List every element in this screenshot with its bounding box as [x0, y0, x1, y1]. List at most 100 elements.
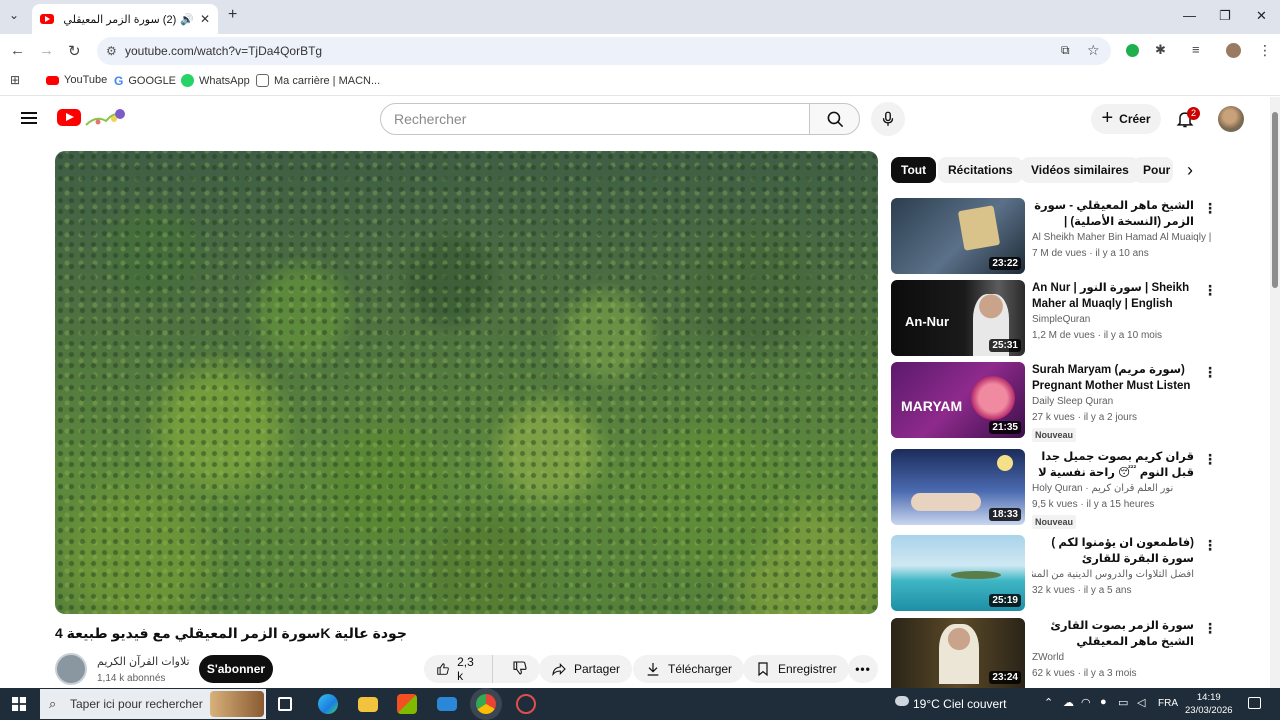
search-input[interactable]: Rechercher — [380, 103, 810, 135]
weather-text[interactable]: 19°C Ciel couvert — [913, 697, 1007, 711]
chip-all[interactable]: Tout — [891, 157, 937, 183]
download-icon — [647, 663, 659, 676]
microphone-tray-icon[interactable]: ● — [1100, 696, 1107, 708]
more-vertical-icon[interactable]: ⋮ — [1203, 282, 1217, 299]
more-vertical-icon[interactable]: ⋮ — [1203, 537, 1217, 554]
video-thumbnail[interactable]: MARYAM 21:35 — [891, 362, 1025, 438]
install-app-icon[interactable]: ⧉ — [1061, 43, 1070, 58]
more-vertical-icon[interactable]: ⋮ — [1203, 364, 1217, 381]
bookmark-star-icon[interactable]: ☆ — [1087, 42, 1100, 59]
network-icon[interactable]: ☁ — [1063, 696, 1074, 709]
battery-icon[interactable]: ▭ — [1118, 696, 1128, 709]
app-clock-icon[interactable] — [516, 694, 536, 714]
more-vertical-icon[interactable]: ⋮ — [1203, 200, 1217, 217]
more-vertical-icon[interactable]: ⋮ — [1203, 620, 1217, 637]
bookmark-youtube[interactable]: YouTube — [46, 74, 107, 86]
recommendation-item[interactable]: An-Nur 25:31 An Nur | سورة النور | Sheik… — [891, 280, 1221, 356]
share-button[interactable]: Partager — [539, 655, 633, 683]
mail-icon[interactable] — [437, 697, 457, 711]
new-tab-button[interactable]: + — [228, 6, 237, 24]
recommendation-channel: Holy Quran · نور العلم قران كريم — [1032, 483, 1174, 494]
video-thumbnail[interactable]: An-Nur 25:31 — [891, 280, 1025, 356]
recommendation-title: قران كريم بصوت جميل جدا قبل النوم 😴 راحة… — [1038, 451, 1194, 479]
recommendation-item[interactable]: 23:24 سورة الزمر بصوت القارئ الشيخ ماهر … — [891, 618, 1221, 694]
bookmark-whatsapp[interactable]: WhatsApp — [181, 74, 250, 87]
browser-tab-active[interactable]: (2) سورة الزمر المعيقلي مع ف 🔊 ✕ — [32, 4, 218, 34]
chips-next-chevron-icon[interactable]: › — [1187, 160, 1193, 181]
video-player[interactable] — [55, 151, 878, 614]
scrollbar-thumb[interactable] — [1272, 112, 1278, 288]
chip-recitations[interactable]: Récitations — [938, 157, 1023, 183]
video-duration: 23:24 — [989, 671, 1021, 684]
notification-count-badge: 2 — [1187, 107, 1200, 120]
create-button[interactable]: + Créer — [1091, 104, 1161, 134]
recommendation-channel: ZWorld — [1032, 652, 1065, 663]
new-badge: Nouveau — [1032, 428, 1077, 442]
tab-close-icon[interactable]: ✕ — [200, 12, 210, 26]
recommendation-item[interactable]: 25:19 (فاطمعون ان يؤمنوا لكم ) سورة البق… — [891, 535, 1221, 611]
task-view-icon[interactable] — [278, 697, 292, 711]
recommendation-meta: 1,2 M de vues · il y a 10 mois — [1032, 330, 1163, 341]
download-button[interactable]: Télécharger — [633, 655, 745, 683]
minimize-button[interactable]: — — [1183, 8, 1196, 23]
recommendation-item[interactable]: 23:22 الشيخ ماهر المعيقلي - سورة الزمر (… — [891, 198, 1221, 274]
youtube-doodle-icon[interactable] — [84, 105, 130, 129]
address-bar[interactable]: ⚙ youtube.com/watch?v=TjDa4QorBTg ⧉ ☆ — [97, 37, 1111, 65]
chrome-menu-icon[interactable]: ⋮ — [1258, 42, 1272, 59]
site-info-icon[interactable]: ⚙ — [106, 44, 117, 58]
microsoft-store-icon[interactable] — [397, 694, 417, 714]
video-thumbnail[interactable]: 18:33 — [891, 449, 1025, 525]
chip-similar-videos[interactable]: Vidéos similaires — [1021, 157, 1139, 183]
chrome-taskbar-icon[interactable] — [476, 694, 496, 714]
tab-search-icon[interactable]: ⌄ — [9, 8, 19, 22]
youtube-logo-icon[interactable] — [57, 109, 81, 126]
thumbnail-reciter-graphic — [939, 624, 979, 684]
maximize-button[interactable]: ❐ — [1219, 8, 1231, 24]
file-explorer-icon[interactable] — [358, 697, 378, 712]
wifi-icon[interactable]: ◠ — [1081, 696, 1091, 709]
extensions-puzzle-icon[interactable]: ✱ — [1155, 42, 1166, 58]
like-button[interactable]: 2,3 k — [424, 655, 493, 683]
channel-name[interactable]: تلاوات القرآن الكريم — [97, 655, 190, 668]
thumbs-down-icon — [513, 660, 527, 675]
back-button[interactable]: ← — [10, 42, 25, 59]
show-hidden-icons-chevron-icon[interactable]: ⌃ — [1044, 696, 1053, 709]
more-actions-button[interactable]: ••• — [848, 655, 878, 683]
close-window-button[interactable]: ✕ — [1256, 8, 1267, 24]
menu-hamburger-icon[interactable] — [21, 112, 37, 124]
search-button[interactable] — [809, 103, 860, 135]
media-controls-icon[interactable]: ≡ — [1192, 42, 1200, 57]
video-thumbnail[interactable]: 23:24 — [891, 618, 1025, 688]
search-icon — [827, 111, 844, 128]
address-url: youtube.com/watch?v=TjDa4QorBTg — [125, 44, 323, 58]
recommendation-item[interactable]: 18:33 قران كريم بصوت جميل جدا قبل النوم … — [891, 449, 1221, 529]
voice-search-button[interactable] — [871, 102, 905, 136]
video-thumbnail[interactable]: 25:19 — [891, 535, 1025, 611]
recommendation-meta: 9,5 k vues · il y a 15 heures — [1032, 499, 1155, 510]
bookmark-macn[interactable]: Ma carrière | MACN... — [256, 74, 380, 87]
volume-icon[interactable]: ◁ — [1137, 696, 1145, 709]
reload-button[interactable]: ↻ — [68, 42, 81, 60]
channel-avatar[interactable] — [55, 653, 87, 685]
more-vertical-icon[interactable]: ⋮ — [1203, 451, 1217, 468]
forward-button[interactable]: → — [39, 42, 54, 59]
chip-for-you[interactable]: Pour — [1133, 157, 1173, 183]
recommendation-item[interactable]: MARYAM 21:35 Surah Maryam (سورة مريم) Pr… — [891, 362, 1221, 442]
recommendation-title: سورة الزمر بصوت القارئ الشيخ ماهر المعيق… — [1050, 620, 1194, 648]
system-clock[interactable]: 14:19 23/03/2026 — [1185, 691, 1233, 717]
extension-green-icon[interactable] — [1126, 44, 1139, 57]
video-thumbnail[interactable]: 23:22 — [891, 198, 1025, 274]
profile-avatar-icon[interactable] — [1226, 43, 1241, 58]
input-language[interactable]: FRA — [1158, 698, 1178, 709]
account-avatar[interactable] — [1218, 106, 1244, 132]
taskbar-search-input[interactable]: ⌕ Taper ici pour rechercher — [40, 689, 266, 719]
windows-start-icon[interactable] — [12, 697, 26, 711]
whatsapp-icon — [181, 74, 194, 87]
save-button[interactable]: Enregistrer — [743, 655, 849, 683]
notification-center-icon[interactable] — [1248, 697, 1261, 709]
edge-browser-icon[interactable] — [318, 694, 338, 714]
subscribe-button[interactable]: S'abonner — [199, 655, 273, 683]
dislike-button[interactable] — [500, 660, 540, 679]
bookmark-google[interactable]: G GOOGLE — [114, 74, 176, 88]
apps-grid-icon[interactable]: ⊞ — [10, 73, 20, 87]
